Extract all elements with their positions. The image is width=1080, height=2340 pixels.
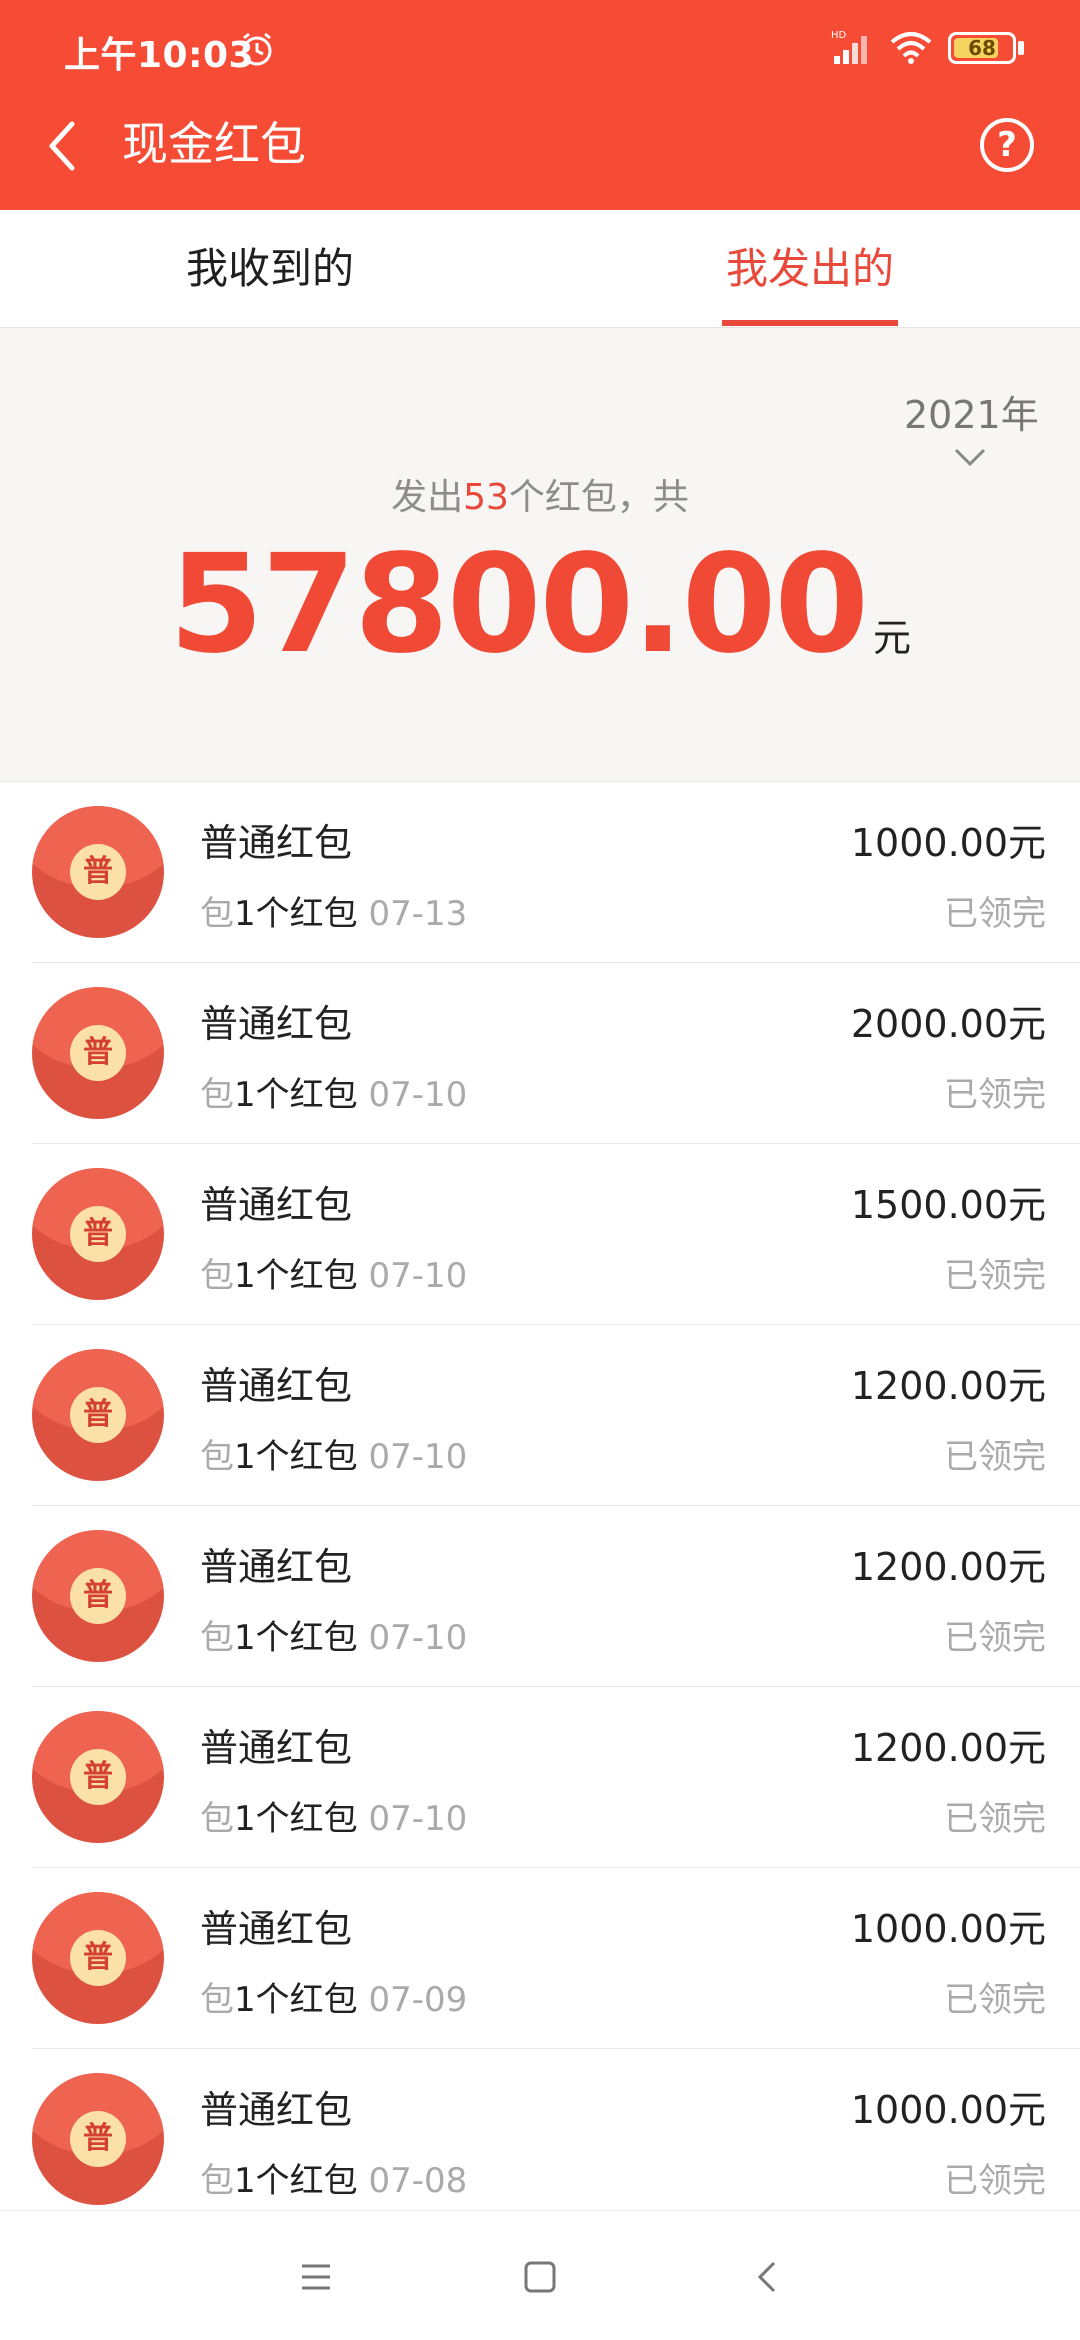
packet-status: 已领完: [944, 2161, 1046, 2201]
wifi-icon: [890, 32, 932, 64]
redpacket-list: 普 普通红包 包1个红包 07-13 1000.00元 已领完 普 普通红包 包…: [0, 782, 1080, 2230]
list-item[interactable]: 普 普通红包 包1个红包 07-08 1000.00元 已领完: [0, 2049, 1080, 2230]
packet-title: 普通红包: [200, 1726, 353, 1770]
count-prefix: 发出: [391, 477, 464, 518]
packet-subtitle: 包1个红包 07-10: [200, 1618, 468, 1658]
packet-subtitle: 包1个红包 07-08: [200, 2161, 468, 2201]
packet-title: 普通红包: [200, 1907, 353, 1951]
packet-title: 普通红包: [200, 1002, 353, 1046]
packet-title: 普通红包: [200, 2088, 353, 2132]
system-nav-bar: [0, 2210, 1080, 2340]
count-suffix: 个红包，共: [508, 477, 689, 518]
packet-amount: 1200.00元: [850, 1364, 1046, 1408]
svg-text:HD: HD: [831, 30, 847, 41]
packet-title: 普通红包: [200, 1545, 353, 1589]
alarm-icon: [242, 32, 272, 66]
list-item[interactable]: 普 普通红包 包1个红包 07-13 1000.00元 已领完: [0, 782, 1080, 963]
tab-active-indicator: [722, 320, 898, 326]
red-packet-icon: 普: [32, 1892, 164, 2024]
red-packet-icon: 普: [32, 1711, 164, 1843]
total-amount-unit: 元: [873, 616, 912, 660]
battery-icon: 68: [948, 32, 1016, 64]
list-item[interactable]: 普 普通红包 包1个红包 07-10 1200.00元 已领完: [0, 1325, 1080, 1506]
signal-icon: HD: [831, 30, 867, 64]
packet-title: 普通红包: [200, 1183, 353, 1227]
packet-badge: 普: [70, 1025, 126, 1081]
red-packet-icon: 普: [32, 1530, 164, 1662]
chevron-down-icon[interactable]: [952, 446, 988, 470]
red-packet-icon: 普: [32, 1168, 164, 1300]
list-item[interactable]: 普 普通红包 包1个红包 07-09 1000.00元 已领完: [0, 1868, 1080, 2049]
packet-amount: 1200.00元: [850, 1545, 1046, 1589]
menu-icon[interactable]: [296, 2257, 336, 2297]
packet-badge: 普: [70, 1930, 126, 1986]
list-item[interactable]: 普 普通红包 包1个红包 07-10 2000.00元 已领完: [0, 963, 1080, 1144]
battery-tip: [1018, 41, 1024, 55]
packet-badge: 普: [70, 1568, 126, 1624]
back-arrow-icon[interactable]: [40, 116, 90, 176]
packet-status: 已领完: [944, 1075, 1046, 1115]
packet-title: 普通红包: [200, 821, 353, 865]
packet-status: 已领完: [944, 894, 1046, 934]
list-item[interactable]: 普 普通红包 包1个红包 07-10 1500.00元 已领完: [0, 1144, 1080, 1325]
status-bar: 上午10:03 HD 68: [0, 0, 1080, 100]
status-time: 上午10:03: [64, 35, 255, 76]
packet-badge: 普: [70, 1749, 126, 1805]
packet-title: 普通红包: [200, 1364, 353, 1408]
packet-subtitle: 包1个红包 07-10: [200, 1075, 468, 1115]
sent-count: 53: [463, 477, 509, 518]
packet-status: 已领完: [944, 1256, 1046, 1296]
red-packet-icon: 普: [32, 1349, 164, 1481]
help-circle-icon[interactable]: ?: [980, 118, 1034, 172]
packet-amount: 1500.00元: [850, 1183, 1046, 1227]
list-item[interactable]: 普 普通红包 包1个红包 07-10 1200.00元 已领完: [0, 1506, 1080, 1687]
packet-amount: 2000.00元: [850, 1002, 1046, 1046]
packet-amount: 1200.00元: [850, 1726, 1046, 1770]
packet-subtitle: 包1个红包 07-13: [200, 894, 468, 934]
packet-badge: 普: [70, 1387, 126, 1443]
tab-sent[interactable]: 我发出的: [630, 210, 990, 328]
year-selector[interactable]: 2021年: [904, 384, 1039, 439]
packet-amount: 1000.00元: [850, 1907, 1046, 1951]
home-square-icon[interactable]: [520, 2257, 560, 2297]
packet-subtitle: 包1个红包 07-10: [200, 1256, 468, 1296]
summary-panel: 2021年 发出53个红包，共 57800.00 元: [0, 328, 1080, 782]
battery-level: 68: [968, 36, 996, 60]
packet-status: 已领完: [944, 1618, 1046, 1658]
tab-received[interactable]: 我收到的: [90, 210, 450, 328]
page-title: 现金红包: [122, 117, 306, 171]
packet-amount: 1000.00元: [850, 821, 1046, 865]
packet-status: 已领完: [944, 1799, 1046, 1839]
red-packet-icon: 普: [32, 2073, 164, 2205]
packet-badge: 普: [70, 844, 126, 900]
red-packet-icon: 普: [32, 987, 164, 1119]
packet-badge: 普: [70, 1206, 126, 1262]
packet-subtitle: 包1个红包 07-10: [200, 1799, 468, 1839]
tab-bar: 我收到的 我发出的: [0, 210, 1080, 328]
red-packet-icon: 普: [32, 806, 164, 938]
packet-status: 已领完: [944, 1980, 1046, 2020]
list-item[interactable]: 普 普通红包 包1个红包 07-10 1200.00元 已领完: [0, 1687, 1080, 1868]
packet-badge: 普: [70, 2111, 126, 2167]
packet-subtitle: 包1个红包 07-10: [200, 1437, 468, 1477]
nav-back-icon[interactable]: [748, 2257, 788, 2297]
sent-count-line: 发出53个红包，共: [0, 468, 1080, 520]
total-amount: 57800.00 元: [0, 526, 1080, 684]
total-amount-value: 57800.00: [168, 526, 869, 684]
packet-status: 已领完: [944, 1437, 1046, 1477]
app-header: 上午10:03 HD 68 现金红包 ?: [0, 0, 1080, 210]
packet-subtitle: 包1个红包 07-09: [200, 1980, 468, 2020]
packet-amount: 1000.00元: [850, 2088, 1046, 2132]
